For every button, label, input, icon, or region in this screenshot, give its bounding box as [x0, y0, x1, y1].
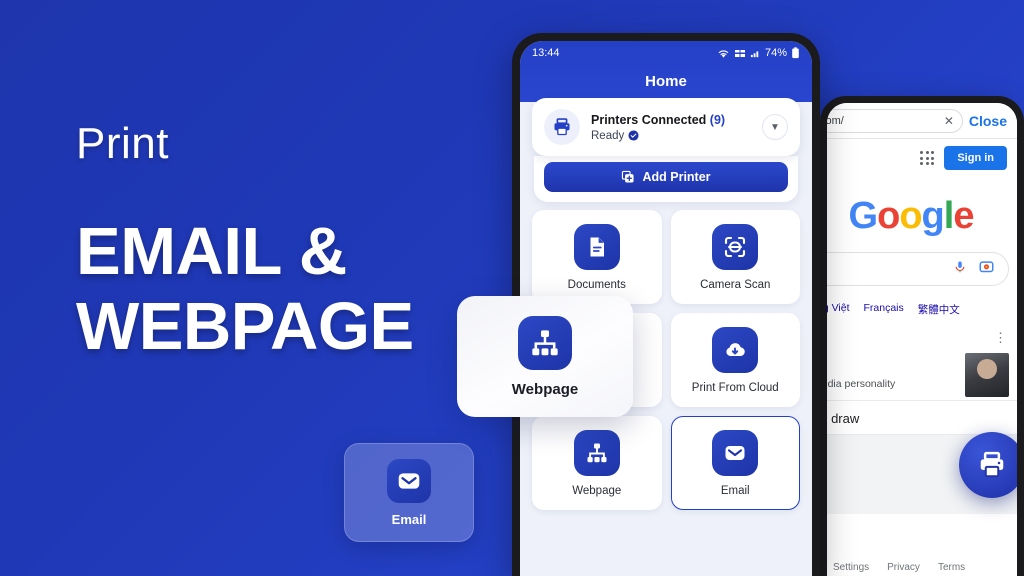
browser-footer: Settings Privacy Terms [827, 562, 1017, 573]
print-fab-button[interactable] [959, 432, 1017, 498]
result-second-title[interactable]: nd draw [827, 411, 1007, 426]
add-printer-label: Add Printer [642, 170, 711, 184]
language-link[interactable]: ng Việt [827, 302, 850, 317]
google-search-input[interactable] [827, 252, 1009, 286]
language-links: ng Việt Français 繁體中文 [827, 302, 1017, 317]
sign-in-button[interactable]: Sign in [944, 146, 1007, 170]
battery-icon [792, 47, 799, 59]
scan-frame-icon [712, 223, 759, 270]
language-link[interactable]: 繁體中文 [918, 302, 960, 317]
tile-email[interactable]: Email [670, 416, 800, 510]
printer-icon [544, 109, 580, 145]
tile-label: Print From Cloud [691, 381, 779, 394]
status-indicators: 74% [717, 47, 800, 59]
vowifi-icon [734, 49, 745, 57]
printer-text: Printers Connected (9) Ready [591, 113, 751, 142]
google-topbar: Sign in [827, 139, 1017, 177]
google-lens-icon[interactable] [979, 259, 994, 279]
result-divider [827, 400, 1017, 401]
webpage-floating-card[interactable]: Webpage [457, 296, 633, 417]
printer-icon [980, 451, 1004, 478]
printer-state: Ready [591, 130, 751, 142]
verified-check-icon [628, 130, 639, 141]
tile-webpage[interactable]: Webpage [532, 416, 662, 510]
footer-link-settings[interactable]: Settings [833, 562, 869, 573]
printer-name-text: Printers Connected [591, 112, 710, 127]
tile-label: Webpage [572, 484, 622, 497]
close-button[interactable]: Close [969, 113, 1009, 129]
logo-letter: l [943, 195, 955, 237]
printer-count: (9) [709, 112, 726, 127]
printer-status-card[interactable]: Printers Connected (9) Ready ▼ [532, 98, 800, 156]
tile-print-from-cloud[interactable]: Print From Cloud [670, 313, 800, 407]
add-document-icon [622, 170, 635, 183]
tile-camera-scan[interactable]: Camera Scan [670, 210, 800, 304]
footer-link-privacy[interactable]: Privacy [887, 562, 920, 573]
status-time: 13:44 [532, 47, 560, 59]
tile-documents[interactable]: Documents [532, 210, 662, 304]
more-vert-icon[interactable]: ⋮ [994, 331, 1007, 345]
wifi-icon [718, 49, 729, 58]
logo-letter: G [848, 195, 879, 237]
url-bar[interactable]: com/ ✕ [827, 108, 963, 133]
tile-label: Camera Scan [700, 278, 771, 291]
add-printer-button[interactable]: Add Printer [544, 162, 788, 192]
result-title[interactable]: es [827, 333, 1007, 348]
page-title: Home [645, 73, 687, 90]
language-link[interactable]: Français [864, 302, 904, 317]
url-text: com/ [827, 114, 844, 127]
email-floating-card[interactable]: Email [344, 443, 474, 542]
logo-letter: o [899, 195, 922, 237]
sitemap-icon [518, 315, 572, 370]
battery-percent: 74% [764, 47, 787, 59]
printer-state-text: Ready [591, 129, 625, 142]
envelope-icon [712, 429, 759, 476]
email-floating-label: Email [391, 511, 427, 527]
person-thumbnail [965, 353, 1009, 397]
browser-screen: com/ ✕ Close Sign in Google ng Việt Fran… [827, 103, 1017, 576]
browser-toolbar: com/ ✕ Close [827, 103, 1017, 139]
footer-link-terms[interactable]: Terms [938, 562, 965, 573]
printer-name: Printers Connected (9) [591, 113, 751, 127]
status-bar: 13:44 74% [532, 47, 800, 59]
google-logo: Google [827, 195, 1017, 238]
microphone-icon[interactable] [953, 260, 967, 279]
logo-letter: e [953, 195, 974, 237]
tile-label: Documents [567, 278, 626, 291]
promo-copy: Print EMAIL & WEBPAGE [76, 119, 506, 365]
promo-eyebrow: Print [76, 119, 169, 168]
add-printer-wrapper: Add Printer [534, 156, 798, 202]
envelope-icon [387, 458, 431, 503]
app-header: 13:44 74% Home [520, 41, 812, 102]
logo-letter: g [921, 195, 945, 237]
document-icon [573, 223, 620, 270]
grid-apps-icon[interactable] [920, 151, 935, 165]
close-x-icon[interactable]: ✕ [944, 114, 954, 128]
signal-icon [750, 50, 759, 57]
logo-letter: o [877, 195, 900, 237]
cloud-download-icon [712, 326, 759, 373]
promo-headline-1: EMAIL & [76, 214, 347, 289]
tile-label: Email [720, 484, 750, 497]
promo-headline-2: WEBPAGE [76, 289, 414, 365]
sitemap-icon [573, 429, 620, 476]
chevron-down-icon[interactable]: ▼ [762, 114, 788, 140]
browser-phone: com/ ✕ Close Sign in Google ng Việt Fran… [820, 96, 1024, 576]
webpage-floating-label: Webpage [511, 380, 579, 398]
